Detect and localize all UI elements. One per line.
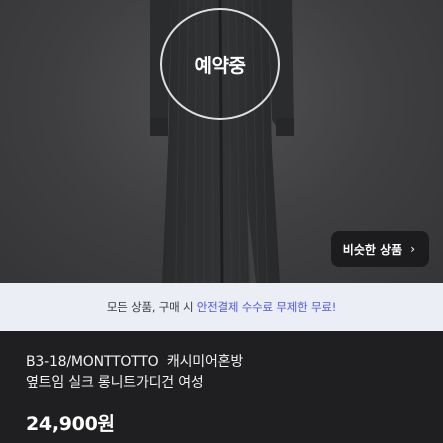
chevron-right-icon: › <box>410 242 415 256</box>
reserved-status-text: 예약중 <box>194 54 246 77</box>
reserved-status-badge: 예약중 <box>160 8 280 120</box>
product-info: B3-18/MONTTOTTO 캐시미어혼방 옆트임 실크 롱니트가디건 여성 … <box>0 331 443 443</box>
product-photo[interactable]: 예약중 비슷한 상품 › <box>0 0 443 283</box>
banner-text: 모든 상품, 구매 시 <box>106 300 197 314</box>
banner-highlight-text: 안전결제 수수료 무제한 무료! <box>196 300 337 314</box>
product-title: B3-18/MONTTOTTO 캐시미어혼방 옆트임 실크 롱니트가디건 여성 <box>26 352 426 394</box>
product-price: 24,900원 <box>26 413 115 435</box>
product-title-line-1: B3-18/MONTTOTTO 캐시미어혼방 <box>26 354 244 370</box>
similar-products-button[interactable]: 비슷한 상품 › <box>330 231 429 267</box>
product-detail-screen: 예약중 비슷한 상품 › 모든 상품, 구매 시 안전결제 수수료 무제한 무료… <box>0 0 443 443</box>
similar-products-label: 비슷한 상품 <box>342 242 403 257</box>
safe-payment-banner[interactable]: 모든 상품, 구매 시 안전결제 수수료 무제한 무료! <box>0 283 443 331</box>
product-title-line-2: 옆트임 실크 롱니트가디건 여성 <box>26 375 204 391</box>
